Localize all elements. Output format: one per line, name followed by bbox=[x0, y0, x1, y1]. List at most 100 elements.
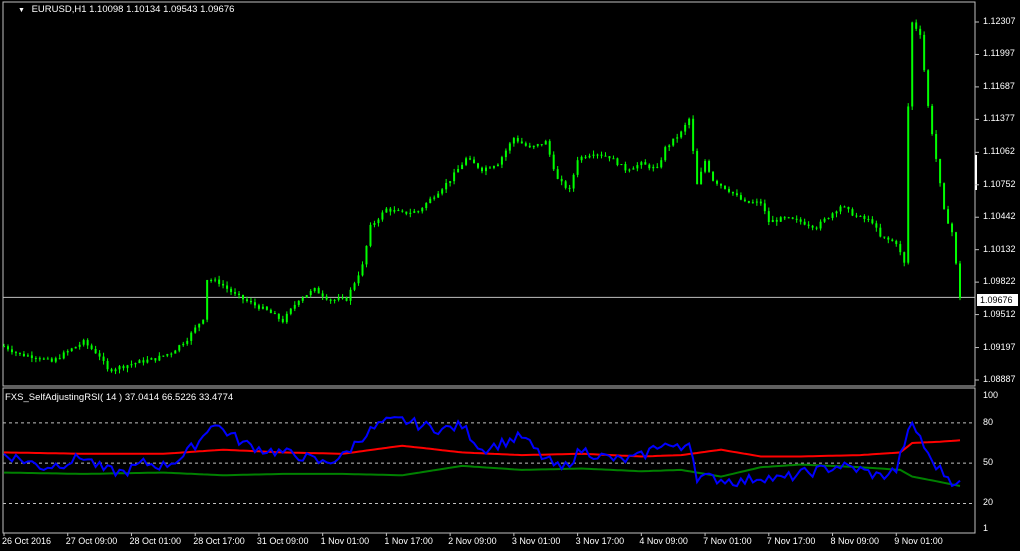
candle-body bbox=[134, 363, 137, 365]
candle-body bbox=[867, 218, 870, 220]
candle-body bbox=[441, 189, 444, 194]
candle-body bbox=[676, 137, 679, 139]
candle-body bbox=[516, 138, 519, 142]
candle-body bbox=[206, 280, 209, 320]
candle-body bbox=[831, 213, 834, 218]
indicator-tick-label: 80 bbox=[983, 416, 994, 427]
candle-body bbox=[182, 343, 185, 346]
candle-body bbox=[417, 211, 420, 213]
candle-body bbox=[895, 240, 898, 245]
candle-body bbox=[18, 352, 21, 354]
time-tick-label: 1 Nov 17:00 bbox=[384, 536, 433, 546]
candle-body bbox=[632, 168, 635, 170]
candle-body bbox=[875, 223, 878, 228]
main-pane-frame bbox=[2, 1, 976, 387]
candle-body bbox=[959, 263, 961, 298]
candle-body bbox=[496, 164, 499, 167]
candle-body bbox=[317, 287, 320, 294]
candle-body bbox=[696, 150, 699, 185]
candle-body bbox=[556, 169, 559, 179]
candle-body bbox=[739, 195, 742, 200]
candle-body bbox=[811, 225, 814, 228]
candle-body bbox=[281, 318, 284, 323]
candle-body bbox=[823, 218, 826, 222]
candle-body bbox=[273, 313, 276, 315]
candle-body bbox=[807, 224, 810, 226]
candle-body bbox=[855, 215, 858, 217]
candle-body bbox=[98, 353, 101, 357]
candle-body bbox=[62, 352, 65, 359]
candle-body bbox=[325, 296, 328, 300]
candle-body bbox=[672, 138, 675, 146]
candle-body bbox=[305, 295, 308, 298]
time-tick-label: 2 Nov 09:00 bbox=[448, 536, 497, 546]
candle-body bbox=[401, 210, 404, 212]
candle-body bbox=[54, 358, 57, 362]
candle-body bbox=[763, 203, 766, 212]
candle-body bbox=[735, 193, 738, 196]
candle-body bbox=[747, 201, 750, 203]
candle-body bbox=[457, 168, 460, 173]
candle-body bbox=[349, 289, 352, 301]
candle-body bbox=[110, 369, 113, 372]
candle-body bbox=[608, 156, 611, 159]
candle-body bbox=[548, 141, 551, 155]
candle-body bbox=[353, 283, 356, 290]
candle-body bbox=[576, 160, 579, 175]
candle-body bbox=[716, 180, 719, 184]
candle-body bbox=[154, 358, 157, 361]
candle-body bbox=[604, 155, 607, 157]
candle-body bbox=[393, 210, 396, 212]
indicator-pane-frame bbox=[2, 387, 976, 534]
price-tick-label: 1.08887 bbox=[983, 374, 1016, 384]
candle-body bbox=[289, 308, 292, 314]
candle-body bbox=[50, 358, 53, 362]
candle-body bbox=[313, 287, 316, 292]
candle-body bbox=[584, 156, 587, 158]
candle-body bbox=[939, 158, 942, 184]
candle-body bbox=[70, 348, 73, 351]
time-tick-label: 26 Oct 2016 bbox=[2, 536, 52, 546]
candle-body bbox=[30, 355, 33, 359]
candle-body bbox=[688, 118, 691, 125]
price-tick-label: 1.10132 bbox=[983, 243, 1016, 254]
candle-body bbox=[198, 323, 201, 328]
candle-body bbox=[373, 223, 376, 225]
candle-body bbox=[692, 118, 695, 151]
time-tick-label: 27 Oct 09:00 bbox=[65, 536, 118, 546]
ohlc-values: 1.10098 1.10134 1.09543 1.09676 bbox=[89, 4, 235, 15]
candle-body bbox=[887, 237, 890, 240]
candle-body bbox=[572, 174, 575, 189]
candle-body bbox=[819, 221, 822, 229]
chart-header[interactable]: ▼ EURUSD,H1 1.10098 1.10134 1.09543 1.09… bbox=[18, 4, 234, 15]
dropdown-triangle-icon[interactable]: ▼ bbox=[18, 7, 25, 14]
candle-body bbox=[242, 294, 244, 300]
candle-body bbox=[871, 219, 874, 224]
candle-body bbox=[664, 147, 667, 161]
time-tick-label: 8 Nov 09:00 bbox=[830, 536, 880, 546]
candle-body bbox=[425, 203, 428, 209]
price-tick-label: 1.10752 bbox=[983, 178, 1016, 189]
chart-svg[interactable] bbox=[0, 0, 1020, 551]
candle-body bbox=[564, 181, 567, 188]
candle-body bbox=[955, 232, 958, 264]
price-tick-label: 1.09822 bbox=[983, 276, 1016, 287]
candle-body bbox=[484, 167, 487, 172]
time-tick-label: 3 Nov 17:00 bbox=[575, 536, 625, 546]
price-tick-label: 1.11062 bbox=[983, 146, 1015, 157]
candle-body bbox=[843, 206, 846, 208]
candle-body bbox=[947, 209, 950, 224]
candle-body bbox=[931, 105, 934, 135]
candle-body bbox=[413, 211, 416, 213]
indicator-title: FXS_SelfAdjustingRSI( 14 ) 37.0414 66.52… bbox=[5, 392, 234, 403]
candle-body bbox=[520, 141, 523, 144]
candle-body bbox=[230, 288, 233, 293]
indicator-level-lines bbox=[3, 422, 975, 504]
candle-body bbox=[708, 161, 711, 172]
candle-body bbox=[624, 164, 627, 171]
candle-body bbox=[337, 297, 340, 300]
candle-body bbox=[269, 309, 272, 314]
candle-body bbox=[249, 300, 252, 303]
candle-body bbox=[919, 28, 922, 35]
candle-body bbox=[433, 197, 436, 199]
